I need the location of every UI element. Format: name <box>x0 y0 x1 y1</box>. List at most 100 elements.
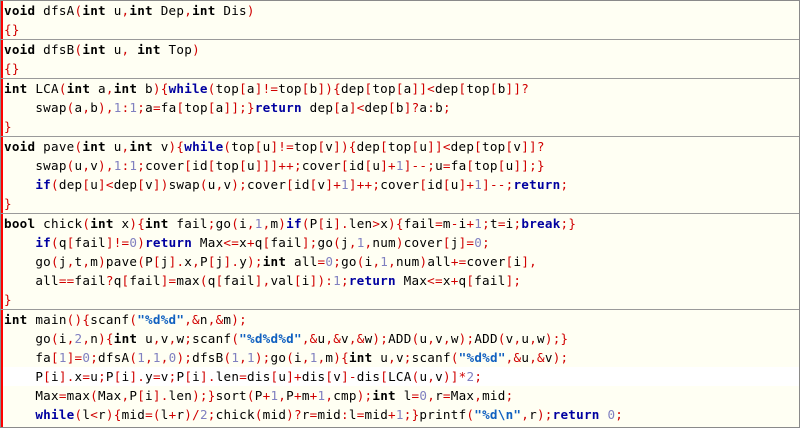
code-token: chick <box>215 407 255 422</box>
code-token: mid <box>121 407 146 422</box>
code-line[interactable]: fa[1]=0;dfsA(1,1,0);dfsB(1,1);go(i,1,m){… <box>1 348 799 367</box>
code-token: while <box>35 407 75 422</box>
code-token: id <box>427 177 443 192</box>
code-token: return <box>145 235 193 250</box>
code-line[interactable]: {} <box>1 59 799 78</box>
code-token: ; <box>560 177 569 192</box>
code-token: cover <box>246 177 287 192</box>
code-token: ; <box>137 158 146 173</box>
code-token: mid <box>262 407 287 422</box>
code-line[interactable]: int main(){scanf("%d%d",&n,&m); <box>1 310 799 329</box>
code-line[interactable]: swap(a,b),1:1;a=fa[top[a]];}return dep[a… <box>1 98 799 117</box>
code-token: , <box>184 312 193 327</box>
code-token: go <box>215 216 232 231</box>
code-line[interactable]: } <box>1 194 799 213</box>
code-token: Max <box>192 235 224 250</box>
code-line[interactable]: Max=max(Max,P[i].len);}sort(P+1,P+m+1,cm… <box>1 386 799 405</box>
code-token: );} <box>192 388 216 403</box>
code-line[interactable]: } <box>1 290 799 309</box>
code-token: int <box>145 216 169 231</box>
code-token: ]. <box>200 369 216 384</box>
code-line[interactable]: all==fail?q[fail]=max(q[fail],val[i]):1;… <box>1 271 799 290</box>
code-token: ]+ <box>380 158 396 173</box>
code-token: 1 <box>137 350 146 365</box>
code-line[interactable]: bool chick(int x){int fail;go(i,1,m)if(P… <box>1 214 799 233</box>
code-line[interactable]: int LCA(int a,int b){while(top[a]!=top[b… <box>1 79 799 98</box>
code-token: v <box>160 331 169 346</box>
code-token: fa <box>4 350 51 365</box>
code-token: P <box>4 369 44 384</box>
code-token: , <box>246 216 255 231</box>
code-token: ]; <box>505 273 522 288</box>
code-token: } <box>4 196 12 211</box>
code-token: + <box>293 388 302 403</box>
code-token: ( <box>66 158 75 173</box>
code-token: & <box>192 312 200 327</box>
code-line[interactable]: {} <box>1 20 799 39</box>
code-line[interactable]: while(l<r){mid=(l+r)/2;chick(mid)?r=mid:… <box>1 405 799 424</box>
code-token: } <box>4 119 12 134</box>
code-token: { <box>333 81 341 96</box>
code-token: top <box>482 139 506 154</box>
code-token: dfsA <box>98 350 130 365</box>
code-token: num <box>372 235 396 250</box>
code-token: & <box>356 331 365 346</box>
code-token: ); <box>458 331 475 346</box>
code-token: [ <box>184 369 193 384</box>
code-token: ]--; <box>403 158 436 173</box>
code-token: v <box>152 139 169 154</box>
code-token: Max <box>4 388 59 403</box>
code-editor[interactable]: void dfsA(int u,int Dep,int Dis){} void d… <box>0 0 800 428</box>
code-token: P <box>309 216 318 231</box>
code-token: ]. <box>129 369 146 384</box>
code-token: [ <box>489 81 498 96</box>
code-token: P <box>199 254 208 269</box>
code-token: ]]]++; <box>254 158 302 173</box>
code-line[interactable]: }//Paul_Guderian <box>1 424 799 427</box>
code-line[interactable]: void dfsB(int u, int Top) <box>1 40 799 59</box>
code-token: , <box>160 350 169 365</box>
code-line[interactable]: } <box>1 117 799 136</box>
code-token: ]< <box>98 177 114 192</box>
code-token: ], <box>254 273 271 288</box>
code-token: [ <box>113 369 122 384</box>
code-token: LCA <box>388 369 412 384</box>
code-line[interactable]: if(dep[u]<dep[v])swap(u,v);cover[id[v]+1… <box>1 175 799 194</box>
code-token: b <box>395 100 404 115</box>
code-token: ]]? <box>505 81 530 96</box>
code-token: ]+ <box>458 177 475 192</box>
code-token: ;} <box>560 216 577 231</box>
code-line[interactable]: if(q[fail]!=0)return Max<=x+q[fail];go(j… <box>1 233 799 252</box>
code-line[interactable]: go(j,t,m)pave(P[j].x,P[j].y);int all=0;g… <box>1 252 799 271</box>
code-token: [ <box>207 254 216 269</box>
code-token: 0 <box>474 235 483 250</box>
code-token: q <box>207 273 216 288</box>
code-token: v <box>435 331 443 346</box>
code-line[interactable]: void pave(int u,int v){while(top[u]!=top… <box>1 137 799 156</box>
code-token: void <box>4 3 36 18</box>
code-token: go <box>4 254 51 269</box>
code-token: Dis <box>215 3 247 18</box>
code-token: u <box>90 369 99 384</box>
code-line[interactable]: P[i].x=u;P[i].y=v;P[i].len=dis[u]+dis[v]… <box>1 367 799 386</box>
code-token: int <box>82 139 106 154</box>
code-token: ); <box>372 331 389 346</box>
code-token: ; <box>239 177 247 192</box>
code-token: x <box>380 216 389 231</box>
code-token: , <box>207 312 216 327</box>
code-token: ( <box>286 350 295 365</box>
code-token: ]!= <box>270 139 294 154</box>
code-token: i <box>301 273 310 288</box>
code-token: fail <box>403 216 436 231</box>
code-token: , <box>278 388 287 403</box>
code-token: ( <box>246 388 255 403</box>
code-token: w <box>537 331 545 346</box>
code-line[interactable]: swap(u,v),1:1;cover[id[top[u]]]++;cover[… <box>1 156 799 175</box>
code-line[interactable]: go(i,2,n){int u,v,w;scanf("%d%d%d",&u,&v… <box>1 329 799 348</box>
code-token: , <box>427 388 436 403</box>
code-token: ) <box>231 177 240 192</box>
code-block: bool chick(int x){int fail;go(i,1,m)if(P… <box>1 213 799 309</box>
code-token: Dep <box>152 3 185 18</box>
code-token: { <box>137 216 146 231</box>
code-line[interactable]: void dfsA(int u,int Dep,int Dis) <box>1 1 799 20</box>
